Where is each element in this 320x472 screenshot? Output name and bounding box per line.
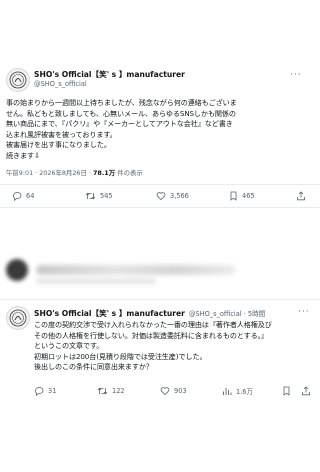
- views-label: 件の表示: [115, 169, 143, 177]
- blurred-content: [36, 265, 236, 275]
- share-icon: [297, 191, 305, 201]
- avatar[interactable]: [6, 306, 30, 330]
- repost-icon: [97, 387, 108, 395]
- reply-icon: [35, 387, 44, 396]
- tweet-header: SHO's Official【笑' s 】manufacturer @SHO_s…: [34, 308, 265, 319]
- bookmark-icon: [230, 191, 237, 201]
- tweet-line: 無い商品にまで、『パクリ』や『メーカーとしてアウトな会社』など書き: [6, 119, 233, 129]
- tweet-line: というこの文章です。: [34, 341, 104, 351]
- like-count: 903: [174, 387, 187, 395]
- author-name[interactable]: SHO's Official【笑' s 】manufacturer: [34, 308, 185, 319]
- author-name[interactable]: SHO's Official【笑' s 】manufacturer: [34, 69, 185, 80]
- reply-button[interactable]: 64: [12, 191, 34, 201]
- reply-count: 64: [26, 192, 35, 200]
- bookmark-button[interactable]: 465: [229, 191, 255, 201]
- like-button[interactable]: 3,566: [156, 191, 189, 201]
- repost-count: 545: [100, 192, 113, 200]
- repost-icon: [85, 192, 96, 200]
- tweet-line: 初期ロットは200台(見積り段階では受注生産)でした。: [34, 351, 207, 361]
- repost-button[interactable]: 545: [85, 191, 113, 201]
- views-button[interactable]: 1.6万: [222, 386, 253, 396]
- repost-count: 122: [112, 387, 125, 395]
- tweet-line: 事の始まりから一週間以上待ちましたが、残念ながら何の連絡もございま: [6, 98, 237, 107]
- avatar[interactable]: [6, 68, 30, 92]
- more-options-icon[interactable]: ···: [298, 307, 310, 317]
- like-count: 3,566: [170, 192, 189, 200]
- author-handle[interactable]: @SHO_s_official: [34, 80, 87, 88]
- tweet-meta: 午前9:01 · 2026年8月26日 · 78.1万 件の表示: [6, 168, 143, 177]
- tweet-line: 被害届けを出す事になりました。: [6, 140, 111, 150]
- tweet-line: 込まれ風評被害を被っております。: [6, 129, 117, 139]
- tweet-line: 後出しのこの条件に同意出来ますか？: [34, 362, 153, 372]
- avatar-logo-icon: [9, 71, 27, 89]
- views-count: 78.1万: [92, 169, 116, 177]
- tweet-text: この度の契約交渉で受け入れられなかった一番の理由は『著作者人格権及び その他の人…: [34, 320, 272, 373]
- author-handle[interactable]: @SHO_s_official · 5時間: [189, 308, 265, 318]
- tweet-line: せん。私どもと致しましても、心無いメール、あらゆるSNSしかも関係の: [6, 108, 236, 118]
- views-chart-icon: [223, 388, 232, 395]
- tweet-line: その他の人格権を行使しない。対価は製造委託料に含まれるものとする。』: [34, 330, 269, 340]
- blurred-avatar: [6, 259, 28, 281]
- divider: [0, 184, 320, 185]
- heart-icon: [156, 192, 166, 201]
- reply-icon: [13, 192, 22, 201]
- like-button[interactable]: 903: [160, 386, 187, 396]
- divider: [0, 299, 320, 300]
- more-options-icon[interactable]: ···: [290, 70, 302, 80]
- share-button[interactable]: [296, 191, 306, 201]
- avatar-logo-icon: [9, 309, 27, 327]
- tweet-line: 続きます⇩: [6, 150, 40, 160]
- bookmark-icon: [283, 386, 290, 396]
- share-button[interactable]: [301, 386, 311, 396]
- tweet-text: 事の始まりから一週間以上待ちましたが、残念ながら何の連絡もございま せん。私ども…: [6, 98, 237, 162]
- reply-button[interactable]: 31: [34, 386, 56, 396]
- divider: [0, 207, 320, 208]
- timestamp[interactable]: 午前9:01 · 2026年8月26日 ·: [6, 169, 93, 177]
- bookmark-button[interactable]: [282, 386, 291, 396]
- blurred-content: [36, 278, 156, 284]
- views-count: 1.6万: [236, 388, 254, 396]
- repost-button[interactable]: 122: [97, 386, 125, 396]
- share-icon: [302, 386, 310, 396]
- reply-count: 31: [48, 387, 57, 395]
- tweet-line: この度の契約交渉で受け入れられなかった一番の理由は『著作者人格権及び: [34, 320, 272, 329]
- bookmark-count: 465: [242, 192, 255, 200]
- heart-icon: [160, 387, 170, 396]
